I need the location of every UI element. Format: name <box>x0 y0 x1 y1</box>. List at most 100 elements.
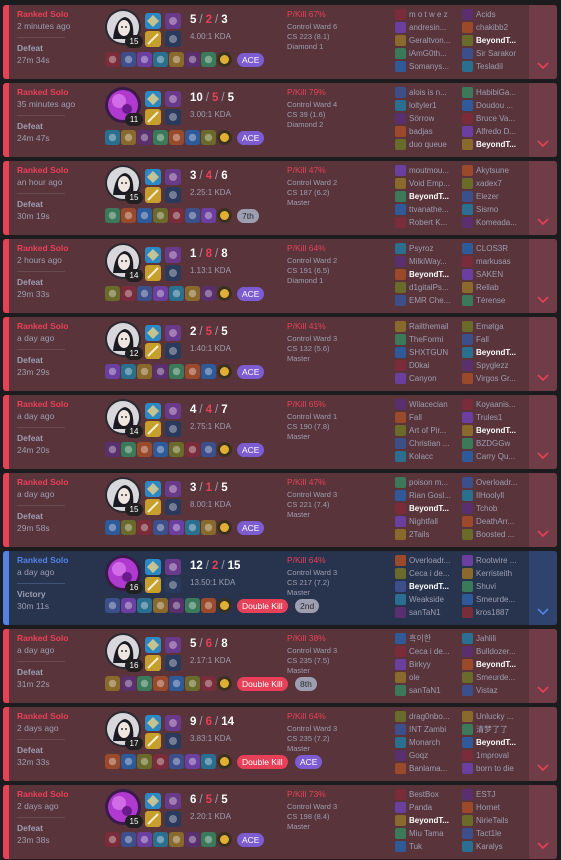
participant[interactable]: Bulldozer... <box>462 646 516 658</box>
participant[interactable]: Miu Tama <box>395 828 444 840</box>
participant[interactable]: Somanys... <box>395 61 449 73</box>
participant[interactable]: Vistaz <box>462 685 498 697</box>
participant[interactable]: BeyondT... <box>395 581 449 593</box>
participant[interactable]: moutmou... <box>395 165 449 177</box>
expand-details-button[interactable] <box>529 317 557 391</box>
participant[interactable]: BestBox <box>395 789 439 801</box>
participant[interactable]: BeyondT... <box>462 659 516 671</box>
participant[interactable]: Térense <box>462 295 505 307</box>
participant[interactable]: CLOS3R <box>462 243 508 255</box>
match-card[interactable]: Ranked Solo 2 days ago Defeat 32m 33s 17 9/6/… <box>3 707 557 781</box>
participant[interactable]: D0kai <box>395 360 429 372</box>
match-card[interactable]: Ranked Solo 2 minutes ago Defeat 27m 34s 15 5… <box>3 5 557 79</box>
participant[interactable]: Emølga <box>462 321 504 333</box>
participant[interactable]: Birkyy <box>395 659 431 671</box>
participant[interactable]: born to die <box>462 763 514 775</box>
participant[interactable]: chakibb2 <box>462 22 508 34</box>
expand-details-button[interactable] <box>529 395 557 469</box>
participant[interactable]: BeyondT... <box>395 191 449 203</box>
participant[interactable]: andresin... <box>395 22 446 34</box>
participant[interactable]: Monarch <box>395 737 440 749</box>
participant[interactable]: Banlama... <box>395 763 447 775</box>
participant[interactable]: Nightfall <box>395 516 438 528</box>
participant[interactable]: Rootwire ... <box>462 555 516 567</box>
participant[interactable]: xadex7 <box>462 178 502 190</box>
match-card[interactable]: Ranked Solo a day ago Defeat 23m 29s 12 2/5/5… <box>3 317 557 391</box>
participant[interactable]: Unlucky ... <box>462 711 513 723</box>
participant[interactable]: Doudou ... <box>462 100 513 112</box>
participant[interactable]: Weakside <box>395 594 444 606</box>
expand-details-button[interactable] <box>529 161 557 235</box>
participant[interactable]: kros1887 <box>462 607 509 619</box>
participant[interactable]: sanTaN1 <box>395 685 441 697</box>
participant[interactable]: Fall <box>395 412 422 424</box>
participant[interactable]: Rellab <box>462 282 499 294</box>
match-card[interactable]: Ranked Solo 35 minutes ago Defeat 24m 47s 11… <box>3 83 557 157</box>
participant[interactable]: Virgos Gr... <box>462 373 516 385</box>
participant[interactable]: NirieTails <box>462 815 508 827</box>
participant[interactable]: BeyondT... <box>462 737 516 749</box>
participant[interactable]: Kerristeith <box>462 568 512 580</box>
participant[interactable]: Acids <box>462 9 496 21</box>
expand-details-button[interactable] <box>529 239 557 313</box>
participant[interactable]: Hornet <box>462 802 500 814</box>
participant[interactable]: Rian Gosl... <box>395 490 451 502</box>
participant[interactable]: Tact1le <box>462 828 501 840</box>
participant[interactable]: Shuvi <box>462 581 496 593</box>
expand-details-button[interactable] <box>529 473 557 547</box>
participant[interactable]: drag0nbo... <box>395 711 449 723</box>
expand-details-button[interactable] <box>529 5 557 79</box>
expand-details-button[interactable] <box>529 629 557 703</box>
participant[interactable]: poison m... <box>395 477 448 489</box>
participant[interactable]: 흑이한 <box>395 633 431 645</box>
participant[interactable]: Wilacecian <box>395 399 448 411</box>
participant[interactable]: Koyaanis... <box>462 399 516 411</box>
participant[interactable]: Overloadr... <box>462 477 517 489</box>
expand-details-button[interactable] <box>529 707 557 781</box>
participant[interactable]: Smeurde... <box>462 672 515 684</box>
match-card[interactable]: Ranked Solo a day ago Defeat 24m 20s 14 4/4/7… <box>3 395 557 469</box>
participant[interactable]: Sismo <box>462 204 498 216</box>
participant[interactable]: EMR Che... <box>395 295 450 307</box>
participant[interactable]: TesladiI <box>462 61 503 73</box>
participant[interactable]: IlHoolyll <box>462 490 504 502</box>
participant[interactable]: 2Tails <box>395 529 429 541</box>
expand-details-button[interactable] <box>529 551 557 625</box>
participant[interactable]: Robert K... <box>395 217 447 229</box>
participant[interactable]: 1mproval <box>462 750 509 762</box>
participant[interactable]: Goqz <box>395 750 428 762</box>
participant[interactable]: Sir Sarakor <box>462 48 516 60</box>
participant[interactable]: Railthemail <box>395 321 449 333</box>
participant[interactable]: HabibiGa... <box>462 87 516 99</box>
participant[interactable]: Void Emp... <box>395 178 450 190</box>
participant[interactable]: 清梦了了 <box>462 724 508 736</box>
participant[interactable]: badjas <box>395 126 433 138</box>
participant[interactable]: DeathArr... <box>462 516 514 528</box>
participant[interactable]: Christian ... <box>395 438 449 450</box>
participant[interactable]: Jahlili <box>462 633 496 645</box>
participant[interactable]: Tchob <box>462 503 497 515</box>
expand-details-button[interactable] <box>529 83 557 157</box>
participant[interactable]: Geraltvon... <box>395 35 450 47</box>
participant[interactable]: BeyondT... <box>462 139 516 151</box>
participant[interactable]: Karalys <box>462 841 503 853</box>
participant[interactable]: Fall <box>462 334 489 346</box>
participant[interactable]: SHXTGUN <box>395 347 448 359</box>
participant[interactable]: Alfredo D... <box>462 126 516 138</box>
participant[interactable]: duo queue <box>395 139 447 151</box>
participant[interactable]: Tuk <box>395 841 422 853</box>
participant[interactable]: ESTJ <box>462 789 496 801</box>
participant[interactable]: BZDGGw <box>462 438 510 450</box>
participant[interactable]: m o t w e z <box>395 9 448 21</box>
match-card[interactable]: Ranked Solo a day ago Defeat 31m 22s 16 5/6/8… <box>3 629 557 703</box>
participant[interactable]: markusas <box>462 256 511 268</box>
participant[interactable]: INT Zambi <box>395 724 446 736</box>
participant[interactable]: Spyglezz <box>462 360 508 372</box>
match-card[interactable]: Ranked Solo 2 hours ago Defeat 29m 33s 14 1/8… <box>3 239 557 313</box>
participant[interactable]: TheFormi <box>395 334 443 346</box>
participant[interactable]: Panda <box>395 802 432 814</box>
participant[interactable]: MilkiWay... <box>395 256 447 268</box>
participant[interactable]: SAKEN <box>462 269 503 281</box>
match-card[interactable]: Ranked Solo an hour ago Defeat 30m 19s 15 3/4… <box>3 161 557 235</box>
participant[interactable]: sanTaN1 <box>395 607 441 619</box>
